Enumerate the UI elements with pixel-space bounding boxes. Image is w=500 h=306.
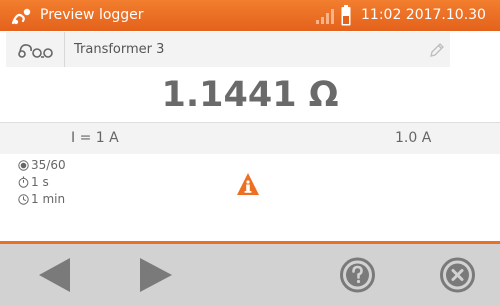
duration-row: 1 min bbox=[18, 192, 65, 207]
arrow-right-icon bbox=[140, 258, 172, 292]
duration-value: 1 min bbox=[31, 192, 66, 206]
title-bar: Preview logger 11:02 2017.10.30 bbox=[0, 0, 500, 31]
bottom-toolbar bbox=[0, 244, 500, 306]
previous-button[interactable] bbox=[30, 244, 80, 306]
record-name-row[interactable]: Transformer 3 bbox=[6, 32, 450, 67]
close-button[interactable] bbox=[435, 244, 480, 306]
help-button[interactable] bbox=[335, 244, 380, 306]
help-icon bbox=[340, 257, 375, 293]
record-name: Transformer 3 bbox=[74, 42, 165, 57]
samples-count: 35/60 bbox=[31, 158, 66, 172]
arrow-left-icon bbox=[39, 258, 70, 292]
logger-icon bbox=[18, 44, 53, 58]
stopwatch-icon bbox=[18, 176, 29, 188]
signal-icon bbox=[316, 9, 334, 24]
warning-info-icon bbox=[237, 173, 259, 195]
logger-app-icon bbox=[11, 8, 31, 25]
parameters-row: I = 1 A 1.0 A bbox=[0, 122, 500, 155]
clock-icon bbox=[18, 194, 29, 205]
divider bbox=[64, 32, 65, 67]
measurement-value: 1.1441 Ω bbox=[161, 75, 339, 115]
samples-row: 35/60 bbox=[18, 158, 66, 173]
battery-icon bbox=[341, 5, 351, 26]
interval-row: 1 s bbox=[18, 175, 49, 190]
interval-value: 1 s bbox=[31, 175, 49, 189]
pencil-icon[interactable] bbox=[428, 41, 446, 59]
record-icon bbox=[18, 160, 29, 171]
measured-current: 1.0 A bbox=[395, 130, 432, 146]
next-button[interactable] bbox=[130, 244, 180, 306]
test-current-setting: I = 1 A bbox=[71, 130, 119, 146]
logger-info-panel: 35/60 1 s 1 min bbox=[0, 154, 500, 240]
datetime: 11:02 2017.10.30 bbox=[361, 7, 486, 23]
window-title: Preview logger bbox=[40, 7, 144, 23]
close-icon bbox=[440, 257, 475, 293]
